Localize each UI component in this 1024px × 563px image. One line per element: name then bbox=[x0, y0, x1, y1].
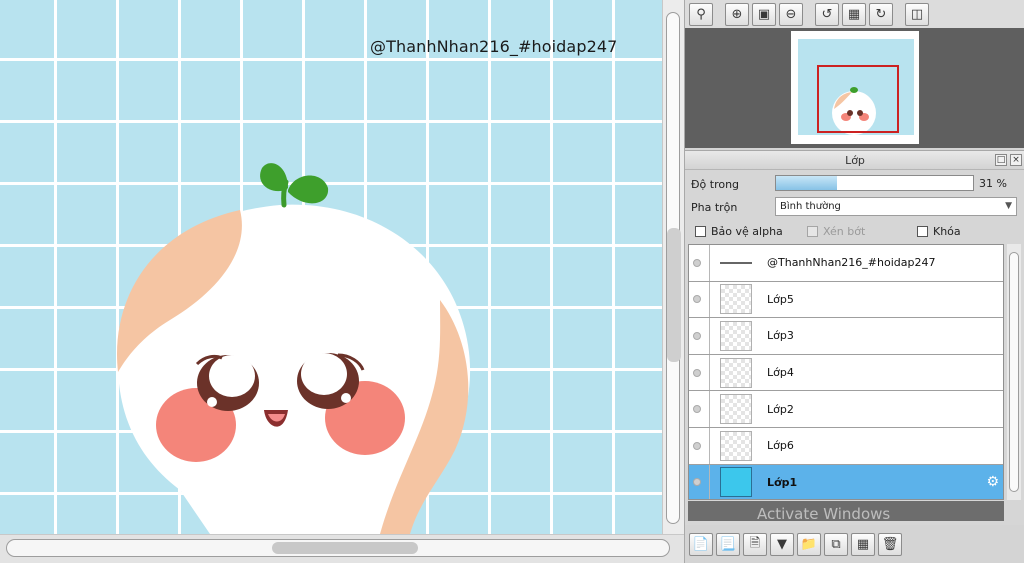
canvas-horizontal-scrollbar[interactable] bbox=[0, 534, 684, 563]
layer-name: Lớp6 bbox=[767, 439, 794, 453]
layer-name: Lớp1 bbox=[767, 475, 798, 489]
layer-name: Lớp2 bbox=[767, 402, 794, 416]
rotate-right-icon[interactable]: ↻ bbox=[869, 2, 893, 26]
undock-icon[interactable]: □ bbox=[995, 154, 1007, 166]
layer-toolbar: 📄 📃 🗎 ▼ 📁 ⧉ ▦ 🗑 bbox=[685, 525, 1024, 563]
chibi-character-artwork bbox=[117, 163, 471, 534]
layer-name: @ThanhNhan216_#hoidap247 bbox=[767, 256, 936, 270]
vertical-scrollbar-track[interactable] bbox=[666, 12, 681, 524]
new-layer-icon[interactable]: 📄 bbox=[689, 533, 713, 556]
layer-visibility-icon[interactable] bbox=[693, 441, 701, 450]
activate-windows-watermark: Activate Windows bbox=[757, 505, 891, 523]
gear-icon[interactable]: ⚙ bbox=[986, 474, 999, 490]
opacity-value: 31 % bbox=[979, 177, 1007, 190]
layer-row-selected[interactable]: Lớp1 ⚙ bbox=[689, 464, 1003, 499]
layer-row[interactable]: Lớp3 bbox=[689, 318, 1003, 355]
layer-row[interactable]: Lớp6 bbox=[689, 427, 1003, 465]
horizontal-scrollbar-track[interactable] bbox=[6, 539, 670, 557]
blend-mode-select[interactable]: Bình thường ▼ bbox=[775, 197, 1017, 216]
layer-panel-title-text: Lớp bbox=[845, 154, 865, 167]
flip-icon[interactable]: ◫ bbox=[905, 2, 929, 26]
navigator-toolbar: ⚲ ⊕ ▣ ⊖ ↺ ▦ ↻ ◫ bbox=[685, 0, 1024, 28]
opacity-label: Độ trong bbox=[691, 178, 740, 191]
chevron-down-icon: ▼ bbox=[1005, 201, 1012, 211]
zoom-in-icon[interactable]: ⊕ bbox=[725, 2, 749, 26]
drawing-canvas[interactable]: @ThanhNhan216_#hoidap247 bbox=[0, 0, 662, 534]
layer-thumbnail bbox=[720, 430, 752, 461]
actual-size-icon[interactable]: ▦ bbox=[842, 2, 866, 26]
opacity-slider[interactable] bbox=[775, 175, 974, 191]
clear-layer-icon[interactable]: ▦ bbox=[851, 533, 875, 556]
layer-row[interactable]: Lớp4 bbox=[689, 354, 1003, 392]
clipping-box bbox=[807, 226, 818, 237]
close-icon[interactable]: × bbox=[1010, 154, 1022, 166]
layer-row[interactable]: Lớp5 bbox=[689, 281, 1003, 319]
canvas-watermark-text: @ThanhNhan216_#hoidap247 bbox=[370, 37, 618, 56]
lock-box[interactable] bbox=[917, 226, 928, 237]
layer-panel-title: Lớp □ × bbox=[685, 151, 1024, 170]
layer-thumbnail bbox=[720, 357, 752, 388]
layer-row[interactable]: Lớp2 bbox=[689, 391, 1003, 428]
protect-alpha-checkbox[interactable]: Bảo vệ alpha bbox=[695, 225, 783, 238]
layer-list: @ThanhNhan216_#hoidap247 Lớp5 Lớp3 Lớp4 … bbox=[688, 244, 1004, 500]
sprout-leaf-right bbox=[288, 175, 329, 204]
new-layer-copy-icon[interactable]: 📃 bbox=[716, 533, 740, 556]
lock-checkbox[interactable]: Khóa bbox=[917, 225, 961, 238]
opacity-slider-fill bbox=[776, 176, 838, 190]
protect-alpha-box[interactable] bbox=[695, 226, 706, 237]
layer-row[interactable]: @ThanhNhan216_#hoidap247 bbox=[689, 245, 1003, 282]
eye-left bbox=[195, 354, 259, 411]
protect-alpha-label: Bảo vệ alpha bbox=[711, 225, 783, 238]
clipping-label: Xén bớt bbox=[823, 225, 866, 238]
lock-label: Khóa bbox=[933, 225, 961, 238]
clipping-checkbox: Xén bớt bbox=[807, 225, 865, 238]
layer-visibility-icon[interactable] bbox=[693, 368, 701, 377]
layer-visibility-icon[interactable] bbox=[693, 331, 701, 340]
blend-mode-value: Bình thường bbox=[780, 201, 841, 212]
zoom-out-icon[interactable]: ⊖ bbox=[779, 2, 803, 26]
layer-thumbnail bbox=[720, 320, 752, 351]
layer-list-scrollbar-thumb[interactable] bbox=[1009, 252, 1019, 492]
layer-panel: Lớp □ × Độ trong 31 % Pha trộn Bình thườ… bbox=[685, 150, 1024, 563]
fit-window-icon[interactable]: ▣ bbox=[752, 2, 776, 26]
paint-app-window: @ThanhNhan216_#hoidap247 ⚲ ⊕ ▣ ⊖ ↺ ▦ ↻ ◫ bbox=[0, 0, 1024, 563]
merge-down-icon[interactable]: ⧉ bbox=[824, 533, 848, 556]
layer-visibility-icon[interactable] bbox=[693, 295, 701, 304]
navigator-preview[interactable] bbox=[685, 28, 1024, 148]
layer-thumbnail bbox=[720, 247, 752, 278]
layer-thumbnail bbox=[720, 394, 752, 425]
layer-visibility-icon[interactable] bbox=[693, 258, 701, 267]
canvas-vertical-scrollbar[interactable] bbox=[662, 0, 684, 534]
layer-thumbnail bbox=[720, 467, 752, 498]
layer-thumbnail bbox=[720, 284, 752, 315]
right-panel: ⚲ ⊕ ▣ ⊖ ↺ ▦ ↻ ◫ Lớp □ × Độ trong 31 % Ph… bbox=[684, 0, 1024, 563]
layer-name: Lớp5 bbox=[767, 292, 794, 306]
blend-mode-label: Pha trộn bbox=[691, 201, 738, 214]
layer-options-icon[interactable]: ▼ bbox=[770, 533, 794, 556]
layer-visibility-icon[interactable] bbox=[693, 478, 701, 487]
new-folder-icon[interactable]: 📁 bbox=[797, 533, 821, 556]
navigator-view-rectangle[interactable] bbox=[817, 65, 899, 133]
zoom-fit-icon[interactable]: ⚲ bbox=[689, 2, 713, 26]
layer-visibility-icon[interactable] bbox=[693, 405, 701, 414]
layer-name: Lớp4 bbox=[767, 366, 794, 380]
layer-list-scrollbar[interactable] bbox=[1007, 244, 1021, 500]
delete-layer-icon[interactable]: 🗑 bbox=[878, 533, 902, 556]
navigator-thumbnail bbox=[791, 31, 919, 144]
layer-name: Lớp3 bbox=[767, 329, 794, 343]
horizontal-scrollbar-thumb[interactable] bbox=[272, 542, 418, 554]
new-vector-layer-icon[interactable]: 🗎 bbox=[743, 533, 767, 556]
sprout-leaf-left bbox=[260, 163, 288, 192]
rotate-left-icon[interactable]: ↺ bbox=[815, 2, 839, 26]
vertical-scrollbar-thumb[interactable] bbox=[667, 228, 681, 362]
